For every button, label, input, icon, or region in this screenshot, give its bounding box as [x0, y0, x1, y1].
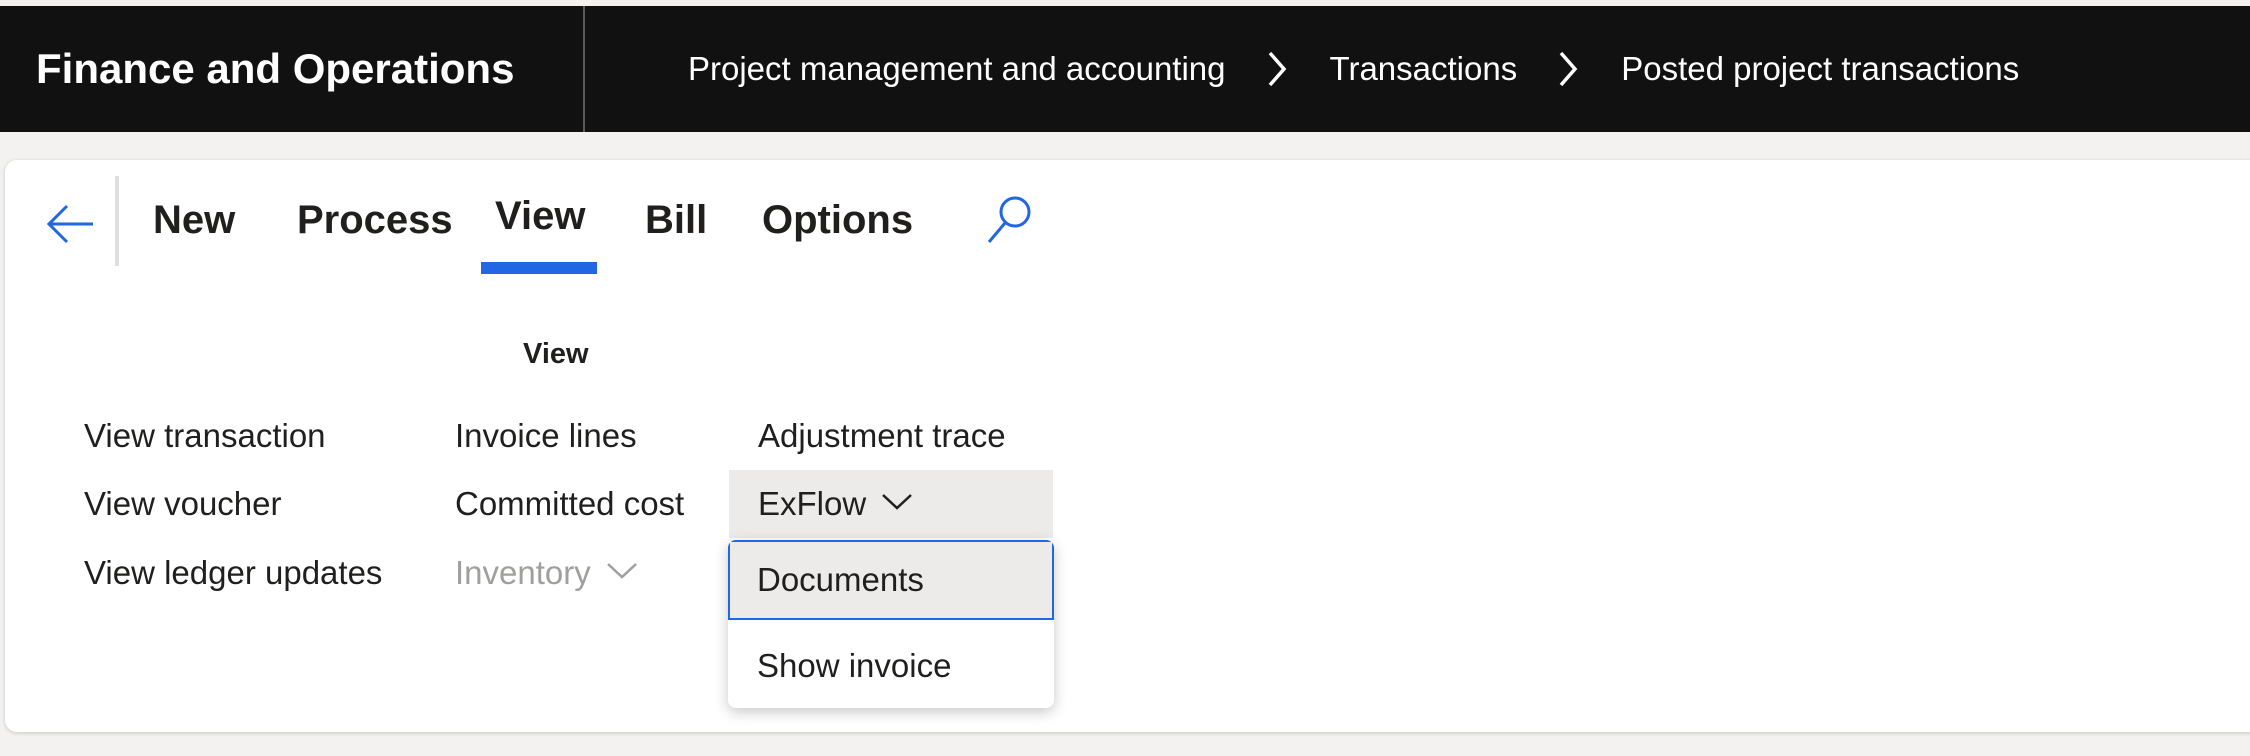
- arrow-left-icon: [43, 204, 99, 256]
- inventory-label: Inventory: [455, 554, 591, 591]
- chevron-right-icon: [1539, 49, 1599, 89]
- chevron-right-icon: [1248, 49, 1308, 89]
- active-tab-indicator: [481, 262, 597, 274]
- view-ledger-updates-button[interactable]: View ledger updates: [84, 549, 382, 597]
- exflow-dropdown-menu: Documents Show invoice: [728, 540, 1054, 708]
- tab-view[interactable]: View: [495, 186, 585, 246]
- tab-options[interactable]: Options: [762, 190, 913, 250]
- committed-cost-button[interactable]: Committed cost: [455, 480, 684, 528]
- breadcrumb: Project management and accounting Transa…: [688, 6, 2019, 132]
- breadcrumb-item-current: Posted project transactions: [1621, 50, 2020, 87]
- chevron-down-icon: [605, 546, 639, 594]
- app-title[interactable]: Finance and Operations: [36, 6, 514, 132]
- adjustment-trace-button[interactable]: Adjustment trace: [758, 412, 1006, 460]
- back-button[interactable]: [43, 196, 99, 252]
- action-pane: New Process View Bill Options View View …: [5, 160, 2250, 732]
- chevron-down-icon: [880, 477, 914, 525]
- view-voucher-button[interactable]: View voucher: [84, 480, 282, 528]
- exflow-label: ExFlow: [758, 480, 914, 528]
- breadcrumb-item-module[interactable]: Project management and accounting: [688, 50, 1226, 88]
- tab-bill[interactable]: Bill: [645, 190, 707, 250]
- exflow-menu-button[interactable]: ExFlow: [729, 470, 1053, 538]
- header-divider: [583, 6, 585, 132]
- search-icon: [983, 196, 1035, 252]
- tab-new[interactable]: New: [153, 190, 235, 250]
- view-group-label: View: [523, 338, 589, 370]
- back-divider: [115, 176, 119, 266]
- exflow-text: ExFlow: [758, 485, 867, 522]
- menu-item-show-invoice[interactable]: Show invoice: [728, 626, 1054, 706]
- invoice-lines-button[interactable]: Invoice lines: [455, 412, 637, 460]
- search-button[interactable]: [983, 192, 1035, 248]
- tab-process[interactable]: Process: [297, 190, 453, 250]
- inventory-menu-button: Inventory: [455, 549, 639, 597]
- app-header: Finance and Operations Project managemen…: [0, 6, 2250, 132]
- view-transaction-button[interactable]: View transaction: [84, 412, 326, 460]
- breadcrumb-item-transactions[interactable]: Transactions: [1330, 50, 1518, 88]
- menu-item-documents[interactable]: Documents: [728, 540, 1054, 620]
